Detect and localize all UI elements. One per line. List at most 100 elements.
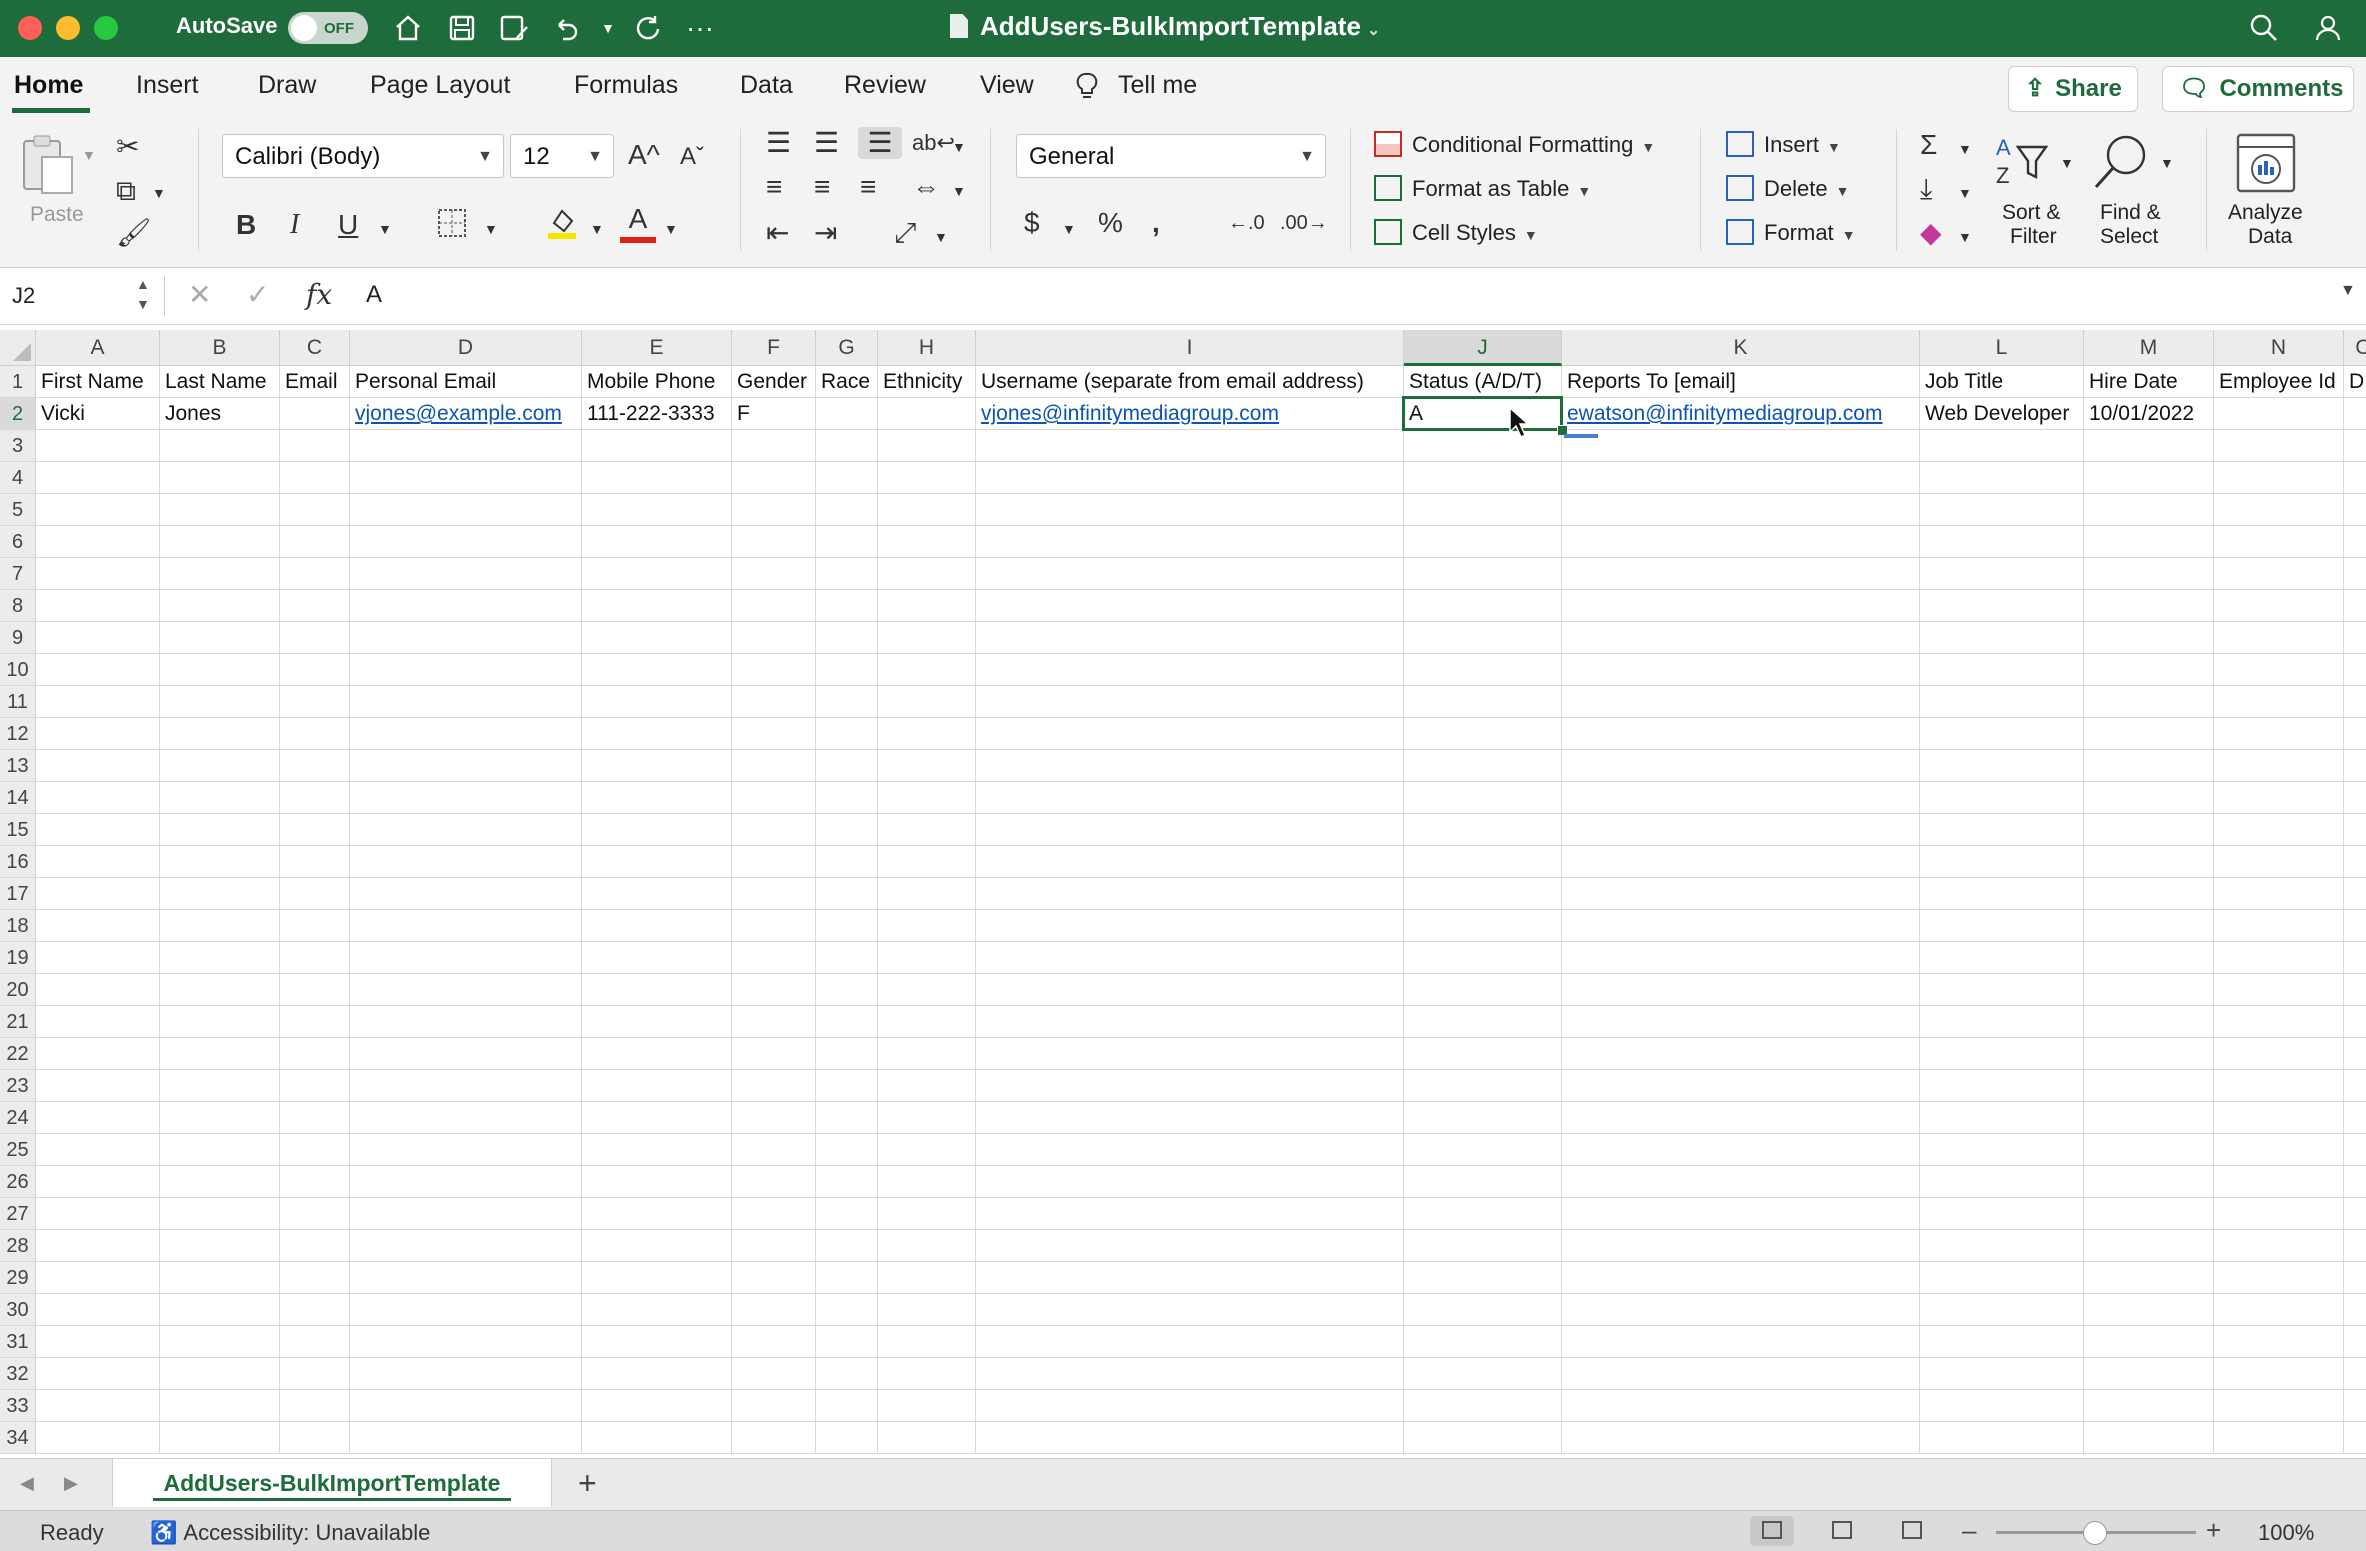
empty-cell[interactable]	[582, 1422, 732, 1454]
row-header-14[interactable]: 14	[0, 782, 36, 814]
row-header-33[interactable]: 33	[0, 1390, 36, 1422]
empty-cell[interactable]	[160, 654, 280, 686]
row-header-4[interactable]: 4	[0, 462, 36, 494]
empty-cell[interactable]	[2214, 430, 2344, 462]
empty-cell[interactable]	[36, 526, 160, 558]
empty-cell[interactable]	[160, 1006, 280, 1038]
tab-data[interactable]: Data	[740, 71, 793, 100]
empty-cell[interactable]	[1920, 1134, 2084, 1166]
format-cells-button[interactable]: Format ▼	[1726, 219, 1856, 249]
empty-cell[interactable]	[1920, 878, 2084, 910]
empty-cell[interactable]	[2084, 974, 2214, 1006]
empty-cell[interactable]	[732, 1166, 816, 1198]
find-select-dropdown-icon[interactable]: ▼	[2160, 147, 2174, 179]
empty-cell[interactable]	[160, 590, 280, 622]
empty-cell[interactable]	[976, 590, 1404, 622]
empty-cell[interactable]	[350, 1006, 582, 1038]
fill-dropdown-icon[interactable]: ▼	[1958, 177, 1972, 209]
tab-view[interactable]: View	[980, 71, 1034, 100]
zoom-out-button[interactable]: –	[1962, 1515, 1976, 1546]
empty-cell[interactable]	[1562, 462, 1920, 494]
empty-cell[interactable]	[1920, 974, 2084, 1006]
header-cell[interactable]: Race	[816, 366, 878, 398]
empty-cell[interactable]	[976, 462, 1404, 494]
format-as-table-button[interactable]: Format as Table ▼	[1374, 175, 1591, 205]
empty-cell[interactable]	[160, 942, 280, 974]
table-cell[interactable]: Jones	[160, 398, 280, 430]
empty-cell[interactable]	[36, 750, 160, 782]
row-header-34[interactable]: 34	[0, 1422, 36, 1454]
row-header-8[interactable]: 8	[0, 590, 36, 622]
empty-cell[interactable]	[2344, 494, 2366, 526]
empty-cell[interactable]	[878, 1198, 976, 1230]
empty-cell[interactable]	[816, 1102, 878, 1134]
tab-review[interactable]: Review	[844, 71, 926, 100]
empty-cell[interactable]	[2214, 686, 2344, 718]
empty-cell[interactable]	[878, 814, 976, 846]
column-header-a[interactable]: A	[36, 330, 160, 366]
empty-cell[interactable]	[350, 1070, 582, 1102]
empty-cell[interactable]	[878, 1358, 976, 1390]
empty-cell[interactable]	[878, 1166, 976, 1198]
empty-cell[interactable]	[280, 686, 350, 718]
empty-cell[interactable]	[878, 1294, 976, 1326]
empty-cell[interactable]	[2214, 1038, 2344, 1070]
empty-cell[interactable]	[160, 750, 280, 782]
empty-cell[interactable]	[878, 1262, 976, 1294]
empty-cell[interactable]	[2344, 622, 2366, 654]
empty-cell[interactable]	[582, 1134, 732, 1166]
row-header-13[interactable]: 13	[0, 750, 36, 782]
wrap-dropdown-icon[interactable]: ▼	[952, 131, 966, 163]
empty-cell[interactable]	[1920, 782, 2084, 814]
empty-cell[interactable]	[2084, 750, 2214, 782]
empty-cell[interactable]	[582, 1262, 732, 1294]
expand-formula-bar-icon[interactable]: ▼	[2340, 282, 2356, 300]
format-painter-icon[interactable]: 🖌	[116, 217, 152, 249]
empty-cell[interactable]	[2344, 1390, 2366, 1422]
empty-cell[interactable]	[1404, 1134, 1562, 1166]
empty-cell[interactable]	[582, 750, 732, 782]
empty-cell[interactable]	[732, 750, 816, 782]
increase-decimal-icon[interactable]: ←.0	[1228, 207, 1265, 239]
empty-cell[interactable]	[816, 462, 878, 494]
formula-input[interactable]: A	[366, 281, 382, 309]
empty-cell[interactable]	[816, 430, 878, 462]
autosum-dropdown-icon[interactable]: ▼	[1958, 133, 1972, 165]
conditional-formatting-button[interactable]: Conditional Formatting ▼	[1374, 131, 1655, 161]
empty-cell[interactable]	[732, 974, 816, 1006]
empty-cell[interactable]	[1562, 1326, 1920, 1358]
empty-cell[interactable]	[36, 782, 160, 814]
empty-cell[interactable]	[160, 1294, 280, 1326]
empty-cell[interactable]	[732, 494, 816, 526]
empty-cell[interactable]	[160, 878, 280, 910]
empty-cell[interactable]	[160, 974, 280, 1006]
empty-cell[interactable]	[36, 1262, 160, 1294]
empty-cell[interactable]	[816, 846, 878, 878]
empty-cell[interactable]	[816, 1262, 878, 1294]
empty-cell[interactable]	[1562, 1198, 1920, 1230]
empty-cell[interactable]	[350, 974, 582, 1006]
empty-cell[interactable]	[2344, 1230, 2366, 1262]
empty-cell[interactable]	[1404, 1198, 1562, 1230]
save-as-icon[interactable]	[496, 8, 532, 48]
empty-cell[interactable]	[1920, 686, 2084, 718]
empty-cell[interactable]	[878, 462, 976, 494]
empty-cell[interactable]	[36, 718, 160, 750]
home-icon[interactable]	[390, 8, 426, 48]
empty-cell[interactable]	[1920, 1326, 2084, 1358]
empty-cell[interactable]	[280, 1134, 350, 1166]
empty-cell[interactable]	[2084, 654, 2214, 686]
orientation-dropdown-icon[interactable]: ▼	[934, 221, 948, 253]
header-cell[interactable]: First Name	[36, 366, 160, 398]
empty-cell[interactable]	[816, 1134, 878, 1166]
empty-cell[interactable]	[36, 1326, 160, 1358]
row-header-19[interactable]: 19	[0, 942, 36, 974]
empty-cell[interactable]	[2084, 590, 2214, 622]
font-name-select[interactable]: Calibri (Body) ▼	[222, 134, 504, 178]
empty-cell[interactable]	[2344, 1358, 2366, 1390]
empty-cell[interactable]	[976, 1198, 1404, 1230]
empty-cell[interactable]	[1920, 1262, 2084, 1294]
empty-cell[interactable]	[36, 1294, 160, 1326]
empty-cell[interactable]	[878, 750, 976, 782]
empty-cell[interactable]	[160, 814, 280, 846]
